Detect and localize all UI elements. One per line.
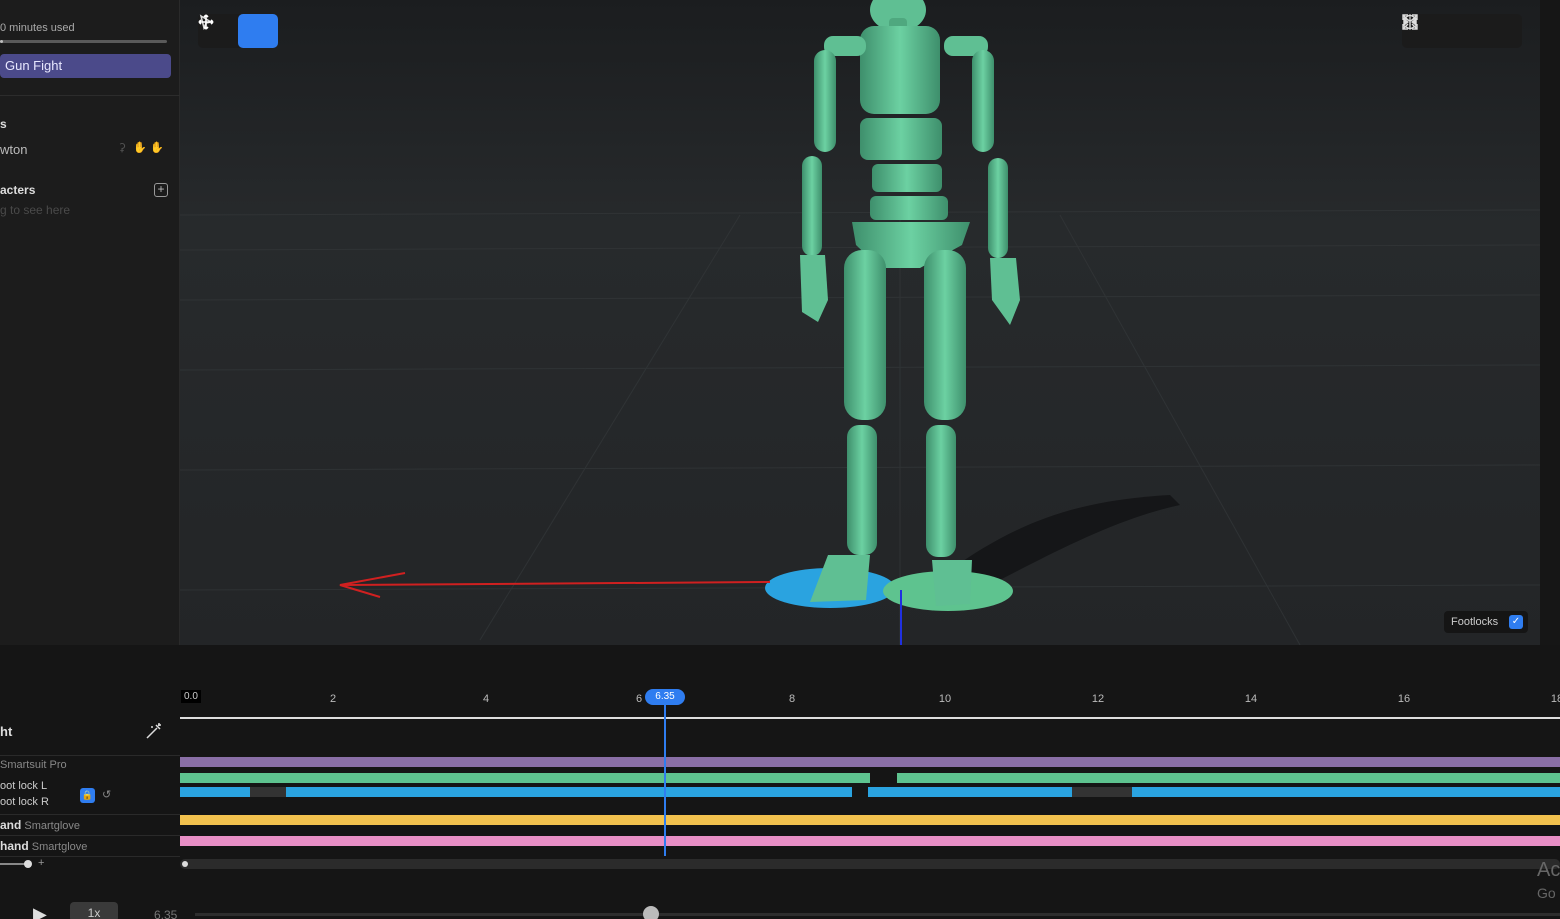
add-character-button[interactable]: + [154, 183, 168, 197]
playhead-line[interactable] [664, 697, 666, 856]
right-hand-track-bar[interactable] [180, 815, 1560, 825]
footlocks-toggle[interactable]: Footlocks ✓ [1444, 611, 1528, 633]
characters-heading: acters [0, 183, 36, 197]
ruler-tick-label: 8 [788, 693, 796, 705]
move-icon [198, 14, 214, 30]
take-name[interactable]: ht [0, 724, 12, 739]
ruler-tick-label: 18 [1550, 693, 1560, 705]
right-hand-icon[interactable]: ✋ [150, 141, 164, 155]
zoom-in-icon[interactable]: + [38, 857, 44, 869]
ruler-tick-label: 10 [938, 693, 952, 705]
move-tool[interactable] [198, 14, 278, 48]
track-divider [0, 814, 180, 815]
footlock-l-segment[interactable] [180, 773, 870, 783]
fullscreen-icon [1402, 14, 1418, 30]
playhead-time-tag[interactable]: 6.35 [645, 689, 685, 705]
footlock-r-segment[interactable] [286, 787, 852, 797]
ruler-tick-label: 6 [635, 693, 643, 705]
body-icon[interactable]: ⚳ [116, 141, 128, 155]
scene-selector[interactable]: Gun Fight [0, 54, 171, 78]
sidebar: 0 minutes used Gun Fight s wton ⚳ ✋ ✋ ac… [0, 0, 180, 650]
zoom-slider-knob[interactable] [24, 860, 32, 868]
ruler-start-label: 0.0 [181, 690, 201, 703]
scrubber-knob[interactable] [643, 906, 659, 919]
play-icon[interactable]: ▶ [33, 904, 47, 919]
ruler-tick-label: 16 [1397, 693, 1411, 705]
footlock-r-gap [1072, 787, 1132, 797]
footlock-r-gap [250, 787, 286, 797]
os-watermark-sub: Go [1537, 885, 1556, 901]
left-hand-icon[interactable]: ✋ [133, 141, 147, 155]
ruler-line [180, 717, 1560, 719]
ruler-tick-label: 2 [329, 693, 337, 705]
actor-name[interactable]: wton [0, 142, 27, 157]
left-hand-track-bar[interactable] [180, 836, 1560, 846]
track-divider [0, 835, 180, 836]
playback-speed-button[interactable]: 1x [70, 902, 118, 919]
lock-button[interactable]: 🔒 [80, 788, 95, 803]
track-label-footlock-r: oot lock R [0, 796, 49, 808]
track-label-suit: Smartsuit Pro [0, 759, 67, 771]
actor-device-icons: ⚳ ✋ ✋ [116, 141, 164, 155]
suit-track-bar[interactable] [180, 757, 1560, 767]
ruler-tick-label: 4 [482, 693, 490, 705]
fullscreen-button[interactable] [1402, 14, 1522, 48]
mirror-button[interactable] [1403, 14, 1482, 48]
track-label-left-hand: hand Smartglove [0, 839, 88, 853]
os-watermark: Ac [1537, 859, 1560, 881]
time-ruler[interactable]: 2 4 6 8 10 12 14 16 18 [180, 685, 1560, 720]
footlocks-label: Footlocks [1451, 616, 1499, 628]
actors-heading: s [0, 117, 7, 131]
footlock-r-segment[interactable] [1132, 787, 1560, 797]
usage-label: 0 minutes used [0, 22, 75, 34]
characters-hint: g to see here [0, 203, 71, 217]
footlock-r-segment[interactable] [180, 787, 250, 797]
track-divider [0, 856, 180, 857]
magic-wand-icon[interactable] [145, 722, 163, 740]
current-time: 6.35 [154, 908, 178, 919]
scene-canvas [180, 0, 1540, 645]
timeline-panel: 2 4 6 8 10 12 14 16 18 0.0 ht Smartsuit Pro oot … [0, 645, 1560, 919]
timeline-scrollbar[interactable] [180, 859, 1560, 869]
track-label-footlock-l: oot lock L [0, 780, 48, 792]
track-divider [0, 755, 180, 756]
viewport-tool-group [198, 14, 278, 48]
sidebar-divider [0, 95, 180, 96]
scrubber-track[interactable] [195, 913, 1560, 916]
footlocks-checkbox[interactable]: ✓ [1509, 615, 1523, 629]
3d-viewport[interactable]: Footlocks ✓ [180, 0, 1540, 645]
undo-icon[interactable]: ↺ [102, 788, 111, 801]
footlock-r-segment[interactable] [868, 787, 1072, 797]
usage-bar [0, 40, 167, 43]
footlock-l-segment[interactable] [897, 773, 1560, 783]
ruler-tick-label: 12 [1091, 693, 1105, 705]
ruler-tick-label: 14 [1244, 693, 1258, 705]
view-controls [1402, 14, 1522, 48]
track-label-right-hand: and Smartglove [0, 818, 81, 832]
